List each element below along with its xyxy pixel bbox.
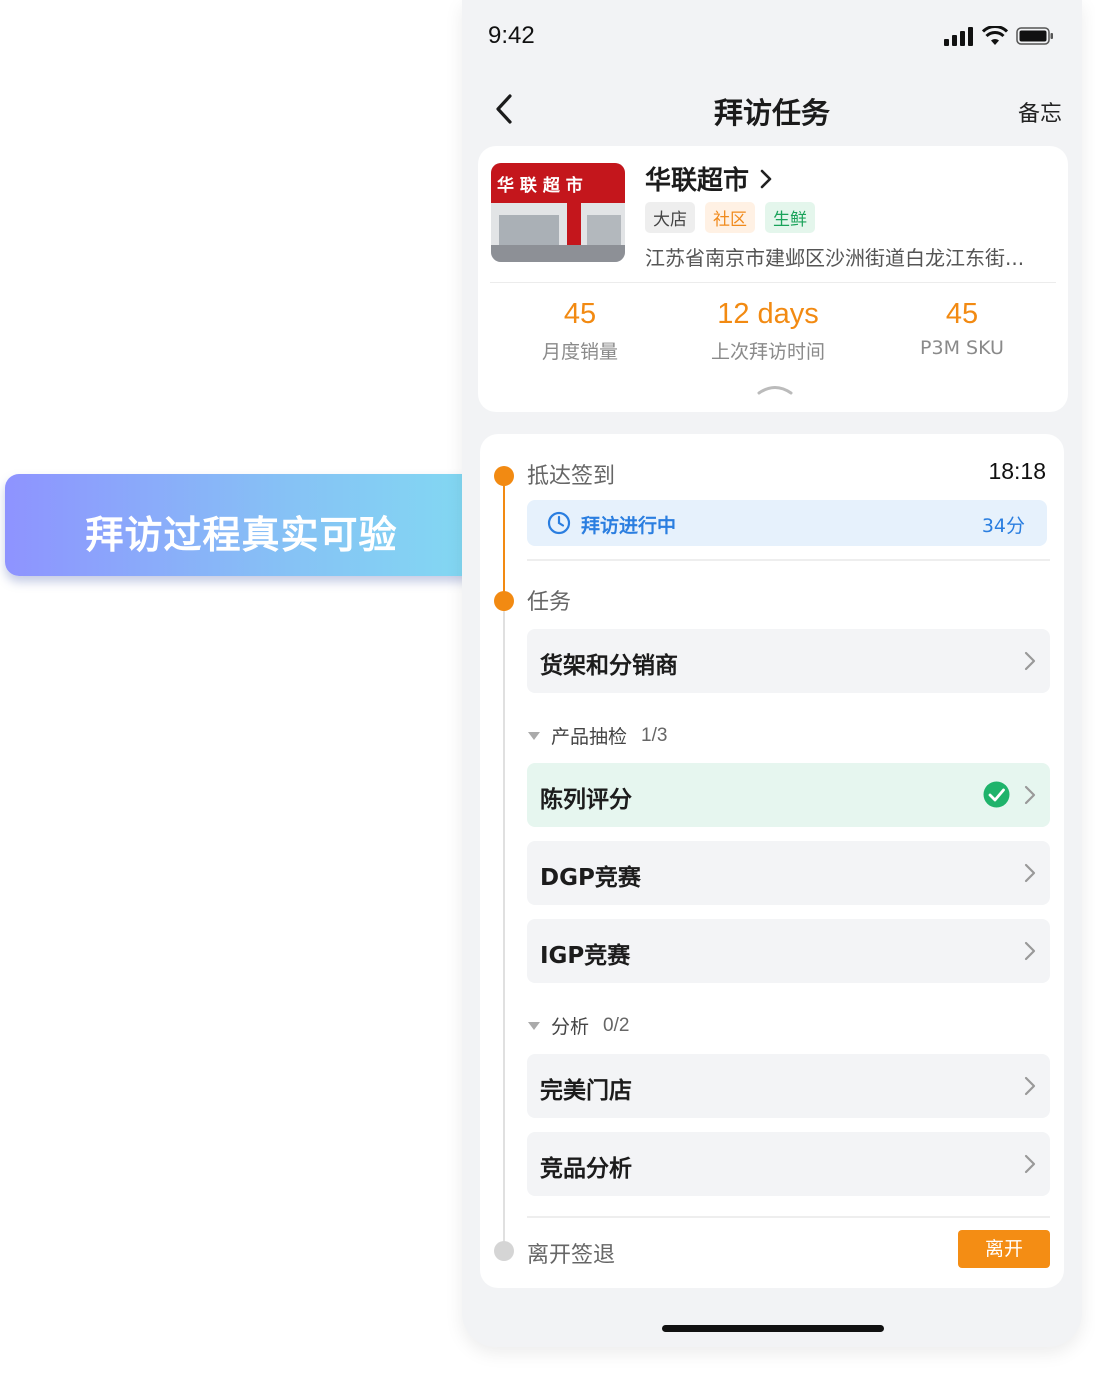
task-competitor-analysis[interactable]: 竞品分析: [527, 1132, 1050, 1196]
task-shelf-distributor[interactable]: 货架和分销商: [527, 629, 1050, 693]
checkin-label: 抵达签到: [527, 464, 616, 489]
store-sign-text: 华 联 超 市: [497, 175, 583, 196]
checkin-time: 18:18: [988, 458, 1046, 484]
stat-value: 45: [563, 298, 597, 330]
store-name-link[interactable]: 华联超市: [645, 160, 773, 197]
home-indicator[interactable]: [662, 1325, 884, 1332]
task-dgp-contest[interactable]: DGP竞赛: [527, 841, 1050, 905]
store-tags: 大店 社区 生鲜: [645, 202, 815, 233]
group-label: 产品抽检: [551, 726, 628, 748]
stat-label: 月度销量: [541, 341, 618, 363]
signal-icon: [944, 27, 973, 46]
leave-button[interactable]: 离开: [958, 1230, 1050, 1268]
feature-callout: 拜访过程真实可验: [5, 474, 478, 576]
page-title: 拜访任务: [713, 96, 830, 130]
task-label: 货架和分销商: [540, 653, 678, 679]
stat-value: 12 days: [717, 298, 819, 330]
task-label: 陈列评分: [540, 787, 632, 813]
group-count: 0/2: [603, 1014, 630, 1036]
visit-duration: 34分: [981, 515, 1025, 537]
chevron-right-icon: [1024, 941, 1036, 961]
store-card: 华 联 超 市 华联超市 大店 社区 生鲜 江苏省南京市建邺区沙洲街道白龙江东街…: [478, 146, 1068, 412]
store-name: 华联超市: [645, 166, 750, 196]
clock-icon: [547, 511, 571, 535]
task-label: IGP竞赛: [540, 943, 631, 969]
callout-text: 拜访过程真实可验: [85, 513, 398, 557]
phone-screen: 9:42 拜访任务 备忘 华 联 超 市 华联超市 大店 社区 生鲜 江苏省南京…: [462, 0, 1082, 1347]
status-icons: [944, 26, 1054, 46]
stat-last-visit: 12 days 上次拜访时间: [678, 298, 858, 364]
chevron-right-icon: [1024, 651, 1036, 671]
task-label: 完美门店: [540, 1078, 632, 1104]
tag-large-store: 大店: [645, 202, 695, 233]
checkout-label: 离开签退: [527, 1243, 616, 1268]
tag-community: 社区: [705, 202, 755, 233]
store-address: 江苏省南京市建邺区沙洲街道白龙江东街...: [645, 246, 1025, 270]
store-photo: 华 联 超 市: [491, 163, 625, 262]
tasks-label: 任务: [527, 590, 572, 615]
caret-down-icon: [528, 731, 540, 740]
stat-monthly-sales: 45 月度销量: [490, 298, 670, 364]
chevron-right-icon: [1024, 785, 1036, 805]
chevron-right-icon: [1024, 863, 1036, 883]
timeline-dot-tasks: [494, 591, 514, 611]
stat-label: 上次拜访时间: [710, 341, 825, 363]
chevron-right-icon: [1024, 1154, 1036, 1174]
timeline-dot-checkout: [494, 1241, 514, 1261]
visit-status-banner: 拜访进行中 34分: [527, 500, 1047, 546]
battery-icon: [1016, 27, 1053, 45]
timeline-dot-checkin: [494, 466, 514, 486]
wifi-icon: [982, 26, 1008, 45]
group-analysis[interactable]: 分析 0/2: [527, 1012, 629, 1039]
divider: [490, 282, 1056, 283]
task-display-score[interactable]: 陈列评分: [527, 763, 1050, 827]
visit-status-text: 拜访进行中: [581, 515, 677, 537]
divider: [527, 559, 1050, 561]
group-product-check[interactable]: 产品抽检 1/3: [527, 722, 667, 749]
divider: [527, 1216, 1050, 1218]
stat-p3m-sku: 45 P3M SKU: [872, 298, 1052, 359]
tag-fresh: 生鲜: [765, 202, 815, 233]
check-circle-icon: [983, 781, 1010, 808]
stat-label: P3M SKU: [920, 337, 1004, 359]
stat-value: 45: [945, 298, 979, 330]
timeline-line-active: [503, 472, 505, 600]
collapse-arrow-icon[interactable]: [757, 382, 793, 396]
caret-down-icon: [528, 1021, 540, 1030]
visit-timeline-card: 抵达签到 18:18 拜访进行中 34分 任务 货架和分销商 产品抽检 1/3 …: [480, 434, 1064, 1288]
chevron-right-icon: [1024, 1076, 1036, 1096]
chevron-right-icon: [760, 169, 772, 188]
task-label: 竞品分析: [540, 1156, 632, 1182]
memo-button[interactable]: 备忘: [1018, 96, 1062, 128]
status-time: 9:42: [488, 22, 535, 49]
task-igp-contest[interactable]: IGP竞赛: [527, 919, 1050, 983]
task-perfect-store[interactable]: 完美门店: [527, 1054, 1050, 1118]
group-count: 1/3: [641, 724, 668, 746]
task-label: DGP竞赛: [540, 865, 641, 891]
group-label: 分析: [551, 1016, 590, 1038]
